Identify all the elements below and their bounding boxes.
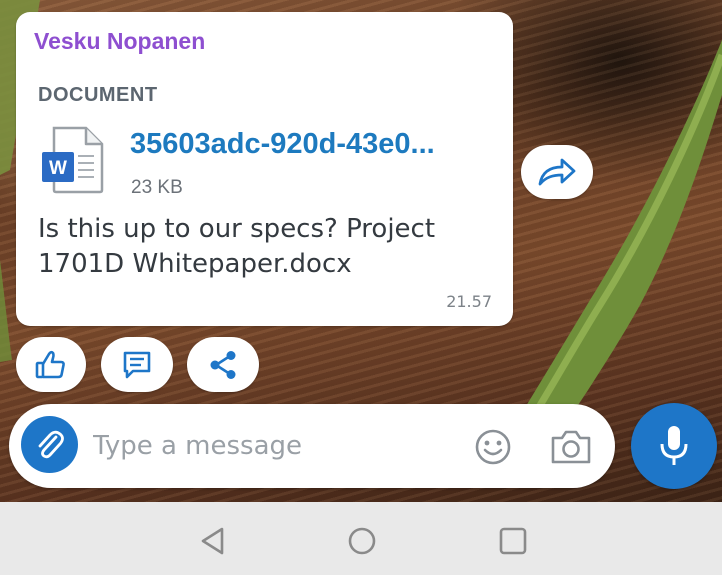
sender-name[interactable]: Vesku Nopanen bbox=[34, 28, 205, 55]
share-icon bbox=[210, 350, 236, 379]
share-button[interactable] bbox=[187, 337, 259, 392]
message-text: Is this up to our specs? Project 1701D W… bbox=[38, 214, 436, 279]
attach-button[interactable] bbox=[21, 416, 78, 473]
attachment-type-label: DOCUMENT bbox=[38, 84, 158, 106]
message-input[interactable] bbox=[93, 424, 453, 468]
microphone-icon bbox=[660, 426, 688, 465]
chat-screen: Vesku Nopanen DOCUMENT W 35603adc-920d-4… bbox=[0, 0, 722, 575]
recents-square-icon[interactable] bbox=[498, 526, 528, 556]
like-button[interactable] bbox=[16, 337, 86, 392]
comment-icon bbox=[123, 351, 151, 378]
paperclip-icon bbox=[38, 430, 64, 458]
smiley-icon[interactable] bbox=[473, 427, 513, 467]
camera-icon[interactable] bbox=[549, 427, 593, 467]
word-document-icon[interactable]: W bbox=[40, 126, 106, 194]
forward-button[interactable] bbox=[521, 145, 593, 199]
microphone-button[interactable] bbox=[631, 403, 717, 489]
thumbs-up-icon bbox=[35, 350, 65, 378]
message-timestamp: 21.57 bbox=[446, 292, 492, 311]
word-icon-letter: W bbox=[49, 158, 67, 179]
back-triangle-icon[interactable] bbox=[198, 526, 228, 556]
reply-button[interactable] bbox=[101, 337, 173, 392]
attachment-file-name[interactable]: 35603adc-920d-43e0... bbox=[130, 128, 435, 161]
system-navigation-bar bbox=[0, 502, 722, 575]
home-circle-icon[interactable] bbox=[347, 526, 377, 556]
attachment-file-size: 23 KB bbox=[131, 177, 183, 198]
message-bubble[interactable]: Vesku Nopanen DOCUMENT W 35603adc-920d-4… bbox=[16, 12, 513, 326]
message-composer bbox=[9, 404, 615, 488]
forward-arrow-icon bbox=[538, 158, 576, 186]
